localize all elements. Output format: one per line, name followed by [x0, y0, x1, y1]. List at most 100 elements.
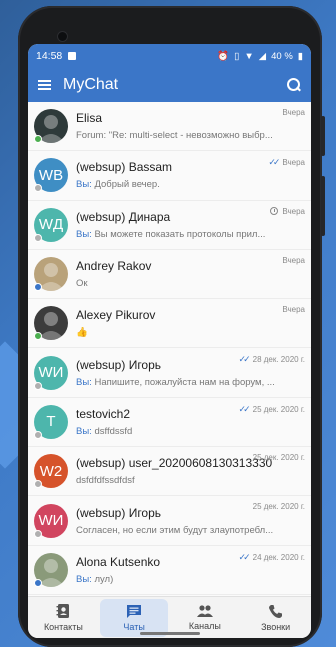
nav-contacts-label: Контакты — [43, 622, 83, 632]
chat-row[interactable]: WB (websup) Bassam Вы: Добрый вечер. ✓✓ Вчер… — [28, 151, 311, 201]
chat-content: Alexey Pikurov 👍 — [76, 308, 311, 338]
chat-name: Elisa — [76, 111, 103, 126]
avatar-initials[interactable]: WИ — [34, 503, 68, 538]
chat-meta: ✓✓ Вчера — [268, 157, 305, 168]
double-check-icon: ✓✓ — [268, 157, 280, 168]
avatar-initials-text: WД — [38, 216, 64, 234]
avatar-photo[interactable] — [34, 552, 68, 587]
double-check-icon: ✓✓ — [238, 354, 251, 365]
vibrate-icon: ▯ — [234, 50, 240, 62]
chat-preview: Вы: Вы можете показать протоколы прил... — [76, 229, 305, 240]
signal-icon: ◢ — [258, 50, 267, 62]
chat-preview-text: dsffdssfd — [94, 425, 133, 437]
avatar-initials[interactable]: T — [34, 404, 68, 439]
presence-dot — [34, 381, 42, 390]
chat-row[interactable]: Ttestovich2 Вы: dsffdssfd ✓✓ 25 дек. 2020 г… — [28, 398, 311, 448]
chat-meta: Вчера — [282, 305, 305, 314]
screen: 14:58 ⏰ ▯ ▼ ◢ 40 % ▮ MyChat Elisa Forum: … — [28, 44, 311, 638]
chat-row[interactable]: Andrey Rakov Ок Вчера — [28, 250, 311, 300]
chat-preview: Вы: dsffdssfd — [76, 426, 305, 437]
chat-preview-text: Напишите, пожалуйста нам на форум, ... — [94, 376, 275, 388]
avatar-initials-text: WB — [38, 166, 64, 184]
chat-preview-text: Добрый вечер. — [94, 179, 160, 191]
nav-chats-label: Чаты — [123, 621, 145, 632]
home-indicator[interactable] — [140, 632, 200, 635]
battery-icon: ▮ — [297, 50, 303, 62]
presence-dot — [34, 578, 42, 587]
chat-content: Elisa Forum: "Re: multi-select - невозмож… — [76, 111, 311, 141]
presence-dot — [34, 529, 42, 538]
chat-row[interactable]: WИ (websup) Игорь Согласен, но если этим б… — [28, 496, 311, 546]
clock-icon — [270, 207, 279, 216]
chat-row[interactable]: Alexey Pikurov 👍 Вчера — [28, 299, 311, 349]
presence-dot — [34, 135, 42, 144]
avatar-initials[interactable]: W2 — [34, 454, 68, 489]
chat-icon — [127, 604, 142, 618]
avatar-photo[interactable] — [34, 257, 68, 292]
avatar-initials-text: W2 — [39, 462, 63, 480]
presence-dot — [34, 233, 42, 242]
menu-icon[interactable] — [38, 80, 51, 90]
presence-dot — [34, 184, 42, 193]
chat-time: Вчера — [282, 158, 305, 168]
double-check-icon: ✓✓ — [238, 403, 251, 414]
chat-meta: ✓✓ 28 дек. 2020 г. — [239, 354, 305, 365]
you-prefix: Вы: — [76, 425, 92, 437]
avatar-initials[interactable]: WД — [34, 207, 68, 242]
chat-preview-text: Согласен, но если этим будут злаупотребл… — [76, 524, 274, 536]
you-prefix: Вы: — [76, 376, 92, 388]
chat-preview: Ок — [76, 278, 305, 289]
chat-list: Elisa Forum: "Re: multi-select - невозмож… — [28, 102, 311, 595]
status-bar: 14:58 ⏰ ▯ ▼ ◢ 40 % ▮ — [28, 44, 311, 68]
avatar-photo[interactable] — [34, 306, 68, 341]
chat-content: Andrey Rakov Ок — [76, 259, 311, 289]
chat-time: 24 дек. 2020 г. — [252, 552, 305, 562]
chat-time: Вчера — [282, 255, 305, 265]
status-time: 14:58 — [36, 50, 63, 62]
chat-time: Вчера — [282, 206, 305, 216]
chat-meta: ✓✓ 25 дек. 2020 г. — [239, 404, 305, 415]
avatar-initials[interactable]: WИ — [34, 355, 68, 390]
app-title: MyChat — [63, 76, 119, 93]
chat-meta: Вчера — [282, 108, 305, 117]
chat-row[interactable]: W2 (websup) user_20200608130313330 dsfdfdf… — [28, 447, 311, 497]
chat-preview-text: лул) — [94, 573, 114, 585]
chat-preview: Forum: "Re: multi-select - невозможно вы… — [76, 130, 305, 141]
chat-preview: Вы: Добрый вечер. — [76, 179, 305, 190]
chat-preview: Вы: лул) — [76, 574, 305, 585]
chat-row[interactable]: WИ (websup) Игорь Вы: Напишите, пожалуйста… — [28, 348, 311, 398]
phone-icon — [269, 604, 283, 618]
chat-time: 25 дек. 2020 г. — [252, 404, 305, 414]
battery-level: 40 % — [271, 50, 293, 62]
nav-calls[interactable]: Звонки — [240, 597, 311, 638]
chat-preview: Согласен, но если этим будут злаупотребл… — [76, 525, 305, 536]
front-camera — [58, 32, 67, 41]
chat-time: 25 дек. 2020 г. — [252, 453, 305, 463]
chat-preview-text: Вы можете показать протоколы прил... — [94, 228, 266, 240]
presence-dot — [34, 332, 42, 341]
nav-contacts[interactable]: Контакты — [28, 597, 99, 638]
bottom-navigation: Контакты Чаты Каналы Звонки — [28, 596, 311, 638]
you-prefix: Вы: — [76, 179, 92, 191]
avatar-photo[interactable] — [34, 109, 68, 144]
contacts-icon — [56, 604, 70, 618]
chat-name: Alexey Pikurov — [76, 308, 156, 323]
you-prefix: Вы: — [76, 573, 92, 585]
chat-time: Вчера — [282, 108, 305, 117]
chat-time: 25 дек. 2020 г. — [252, 502, 305, 512]
chat-row[interactable]: WД (websup) Динара Вы: Вы можете показать … — [28, 201, 311, 250]
wifi-icon: ▼ — [244, 50, 254, 62]
chat-preview: Вы: Напишите, пожалуйста нам на форум, .… — [76, 377, 305, 388]
chat-meta: Вчера — [282, 256, 305, 265]
chat-row[interactable]: Elisa Forum: "Re: multi-select - невозмож… — [28, 102, 311, 152]
nav-channels-label: Каналы — [188, 621, 221, 631]
chat-preview: dsfdfdfssdfdsf — [76, 475, 305, 486]
chat-preview-text: Ок — [76, 278, 88, 290]
phone-frame: 14:58 ⏰ ▯ ▼ ◢ 40 % ▮ MyChat Elisa Forum: … — [18, 6, 325, 647]
volume-button — [321, 116, 325, 156]
chat-row[interactable]: Alona Kutsenko Вы: лул) ✓✓ 24 дек. 2020 г. — [28, 546, 311, 595]
avatar-initials[interactable]: WB — [34, 158, 68, 193]
search-icon[interactable] — [287, 78, 301, 92]
avatar-initials-text: WИ — [38, 512, 64, 530]
power-button — [321, 176, 325, 236]
